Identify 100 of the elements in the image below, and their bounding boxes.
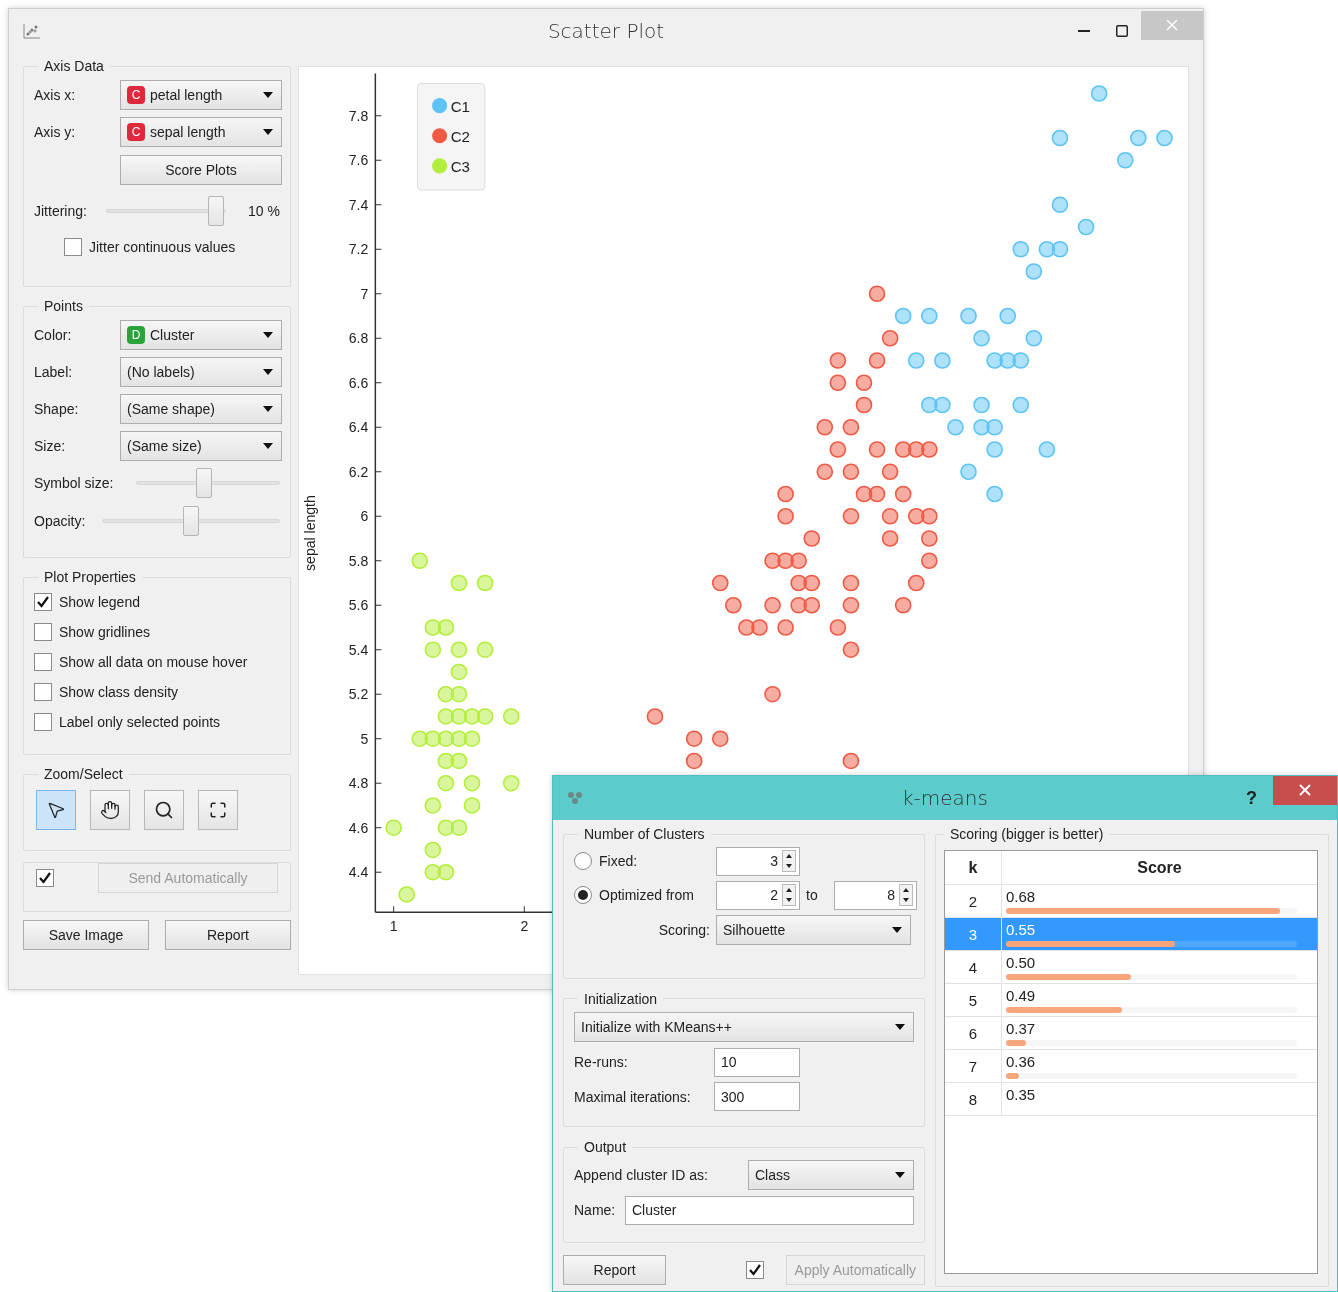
table-row[interactable]: 4 0.50: [945, 951, 1317, 984]
table-row[interactable]: 2 0.68: [945, 885, 1317, 918]
y-tick-label: 4.6: [348, 819, 369, 836]
text-field[interactable]: Cluster: [625, 1195, 914, 1225]
data-point: [803, 530, 821, 547]
radio-label: Optimized from: [599, 887, 694, 903]
table-row[interactable]: 7 0.36: [945, 1050, 1317, 1083]
checkbox[interactable]: [34, 713, 52, 731]
slider-thumb[interactable]: [208, 196, 225, 226]
text-field[interactable]: 10: [714, 1047, 800, 1077]
spin-arrows-icon[interactable]: [782, 884, 796, 906]
data-point: [398, 886, 416, 903]
dropdown[interactable]: C sepal length: [120, 116, 282, 147]
data-point: [764, 685, 781, 703]
number-field[interactable]: 3: [716, 846, 800, 876]
pointer-icon: [46, 800, 66, 820]
dropdown[interactable]: (Same size): [120, 430, 282, 461]
data-point: [450, 574, 468, 592]
data-point: [986, 441, 1003, 458]
checkbox[interactable]: [64, 238, 82, 256]
report-button[interactable]: Report: [563, 1255, 667, 1285]
data-point: [777, 552, 794, 570]
x-tick-label: 1: [389, 918, 398, 935]
data-point: [411, 730, 429, 748]
data-point: [842, 463, 860, 481]
checkbox[interactable]: [34, 623, 52, 641]
score-plots-button[interactable]: Score Plots: [120, 155, 282, 185]
caret-icon: [263, 128, 273, 135]
data-point: [920, 552, 938, 570]
dropdown[interactable]: Silhouette: [716, 915, 911, 945]
data-point: [424, 863, 442, 881]
checkbox[interactable]: [34, 593, 52, 611]
field-label: Axis x:: [34, 86, 77, 103]
data-point: [803, 574, 821, 592]
data-point: [842, 507, 860, 525]
data-point: [450, 708, 468, 725]
text-field[interactable]: 300: [714, 1082, 800, 1112]
dropdown[interactable]: Initialize with KMeans++: [574, 1011, 914, 1042]
data-point: [894, 307, 912, 325]
data-point: [1012, 396, 1030, 414]
group-title: Points: [43, 298, 84, 314]
checkbox[interactable]: [34, 683, 52, 701]
minimize-icon: [1078, 30, 1090, 32]
field-label: to: [806, 887, 819, 903]
field-label: Shape:: [34, 400, 80, 417]
dropdown[interactable]: C petal length: [120, 79, 282, 110]
table-row[interactable]: 5 0.49: [945, 984, 1317, 1017]
data-point: [502, 774, 520, 792]
save-image-button[interactable]: Save Image: [23, 920, 149, 950]
data-point: [947, 418, 964, 436]
spin-arrows-icon[interactable]: [782, 850, 796, 872]
window-title: Scatter Plot: [547, 19, 665, 43]
y-tick-label: 6.8: [348, 330, 369, 347]
data-point: [1051, 196, 1069, 214]
data-point: [920, 441, 938, 458]
report-button[interactable]: Report: [165, 920, 291, 950]
checkbox-label: Label only selected points: [59, 714, 221, 730]
slider-thumb[interactable]: [195, 468, 212, 498]
checkbox[interactable]: [34, 653, 52, 671]
dropdown[interactable]: (No labels): [120, 356, 282, 387]
data-point: [868, 285, 886, 303]
data-point: [816, 463, 834, 481]
dropdown[interactable]: (Same shape): [120, 393, 282, 424]
data-point: [476, 708, 494, 725]
number-field[interactable]: 8: [834, 880, 917, 910]
data-point: [934, 396, 951, 414]
radio-button[interactable]: [574, 852, 592, 870]
data-point: [450, 730, 468, 748]
data-point: [463, 797, 481, 814]
field-label: Jittering:: [34, 203, 88, 219]
spin-arrows-icon[interactable]: [899, 884, 913, 906]
help-button[interactable]: ?: [1246, 787, 1257, 809]
data-point: [476, 574, 494, 592]
number-field[interactable]: 2: [716, 880, 800, 910]
tool-button[interactable]: [90, 790, 130, 830]
data-point: [920, 507, 938, 525]
data-point: [829, 619, 847, 636]
data-point: [1130, 129, 1147, 147]
data-point: [842, 752, 860, 770]
caret-icon: [263, 91, 273, 98]
dropdown[interactable]: Class: [748, 1160, 914, 1191]
caret-icon: [263, 442, 273, 449]
app-icon: [567, 791, 583, 805]
tool-button[interactable]: [36, 790, 76, 830]
close-button[interactable]: [1273, 775, 1337, 805]
data-point: [881, 530, 899, 547]
data-point: [463, 774, 481, 792]
data-point: [1051, 240, 1069, 258]
tool-button[interactable]: [144, 790, 184, 830]
slider-thumb[interactable]: [183, 506, 199, 536]
table-row[interactable]: 6 0.37: [945, 1017, 1317, 1050]
table-row[interactable]: 8 0.35: [945, 1083, 1317, 1116]
data-point: [829, 352, 847, 369]
radio-button[interactable]: [574, 886, 592, 904]
data-point: [738, 619, 755, 636]
data-point: [1038, 240, 1056, 258]
data-point: [842, 418, 860, 436]
data-point: [437, 685, 455, 703]
data-point: [385, 819, 402, 837]
dropdown[interactable]: D Cluster: [120, 319, 282, 350]
